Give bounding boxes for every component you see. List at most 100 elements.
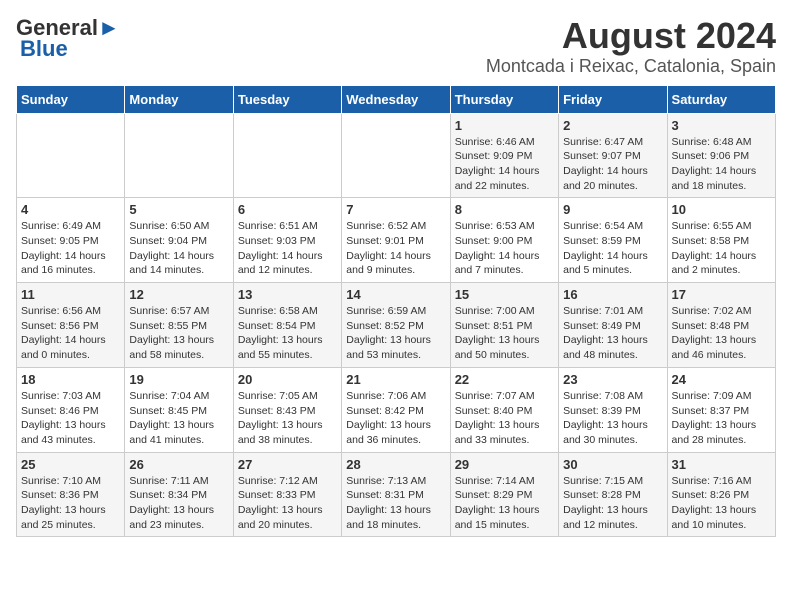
day-number: 13 [238, 287, 337, 302]
day-cell: 23 Sunrise: 7:08 AM Sunset: 8:39 PM Dayli… [559, 367, 667, 452]
day-cell: 11 Sunrise: 6:56 AM Sunset: 8:56 PM Dayli… [17, 283, 125, 368]
day-info: Sunrise: 6:50 AM Sunset: 9:04 PM Dayligh… [129, 219, 228, 278]
page-subtitle: Montcada i Reixac, Catalonia, Spain [486, 56, 776, 77]
day-cell: 26 Sunrise: 7:11 AM Sunset: 8:34 PM Dayli… [125, 452, 233, 537]
day-info: Sunrise: 6:47 AM Sunset: 9:07 PM Dayligh… [563, 135, 662, 194]
day-number: 24 [672, 372, 771, 387]
day-info: Sunrise: 6:49 AM Sunset: 9:05 PM Dayligh… [21, 219, 120, 278]
day-number: 15 [455, 287, 554, 302]
day-number: 30 [563, 457, 662, 472]
day-cell: 15Sunrise: 7:00 AM Sunset: 8:51 PM Dayli… [450, 283, 558, 368]
day-number: 12 [129, 287, 228, 302]
day-number: 8 [455, 202, 554, 217]
week-row-2: 4Sunrise: 6:49 AM Sunset: 9:05 PM Daylig… [17, 198, 776, 283]
week-row-1: 1 Sunrise: 6:46 AM Sunset: 9:09 PM Daylig… [17, 113, 776, 198]
day-cell: 24 Sunrise: 7:09 AM Sunset: 8:37 PM Dayli… [667, 367, 775, 452]
day-info: Sunrise: 6:54 AM Sunset: 8:59 PM Dayligh… [563, 219, 662, 278]
day-info: Sunrise: 7:06 AM Sunset: 8:42 PM Dayligh… [346, 389, 445, 448]
day-info: Sunrise: 7:10 AM Sunset: 8:36 PM Dayligh… [21, 474, 120, 533]
day-info: Sunrise: 6:59 AM Sunset: 8:52 PM Dayligh… [346, 304, 445, 363]
day-number: 23 [563, 372, 662, 387]
day-info: Sunrise: 7:03 AM Sunset: 8:46 PM Dayligh… [21, 389, 120, 448]
logo-blue: Blue [20, 36, 68, 62]
day-number: 27 [238, 457, 337, 472]
day-cell: 21 Sunrise: 7:06 AM Sunset: 8:42 PM Dayli… [342, 367, 450, 452]
week-row-3: 11 Sunrise: 6:56 AM Sunset: 8:56 PM Dayli… [17, 283, 776, 368]
header-monday: Monday [125, 85, 233, 113]
day-number: 20 [238, 372, 337, 387]
day-info: Sunrise: 6:58 AM Sunset: 8:54 PM Dayligh… [238, 304, 337, 363]
day-info: Sunrise: 7:04 AM Sunset: 8:45 PM Dayligh… [129, 389, 228, 448]
day-cell: 14 Sunrise: 6:59 AM Sunset: 8:52 PM Dayli… [342, 283, 450, 368]
title-block: August 2024 Montcada i Reixac, Catalonia… [486, 16, 776, 77]
day-cell: 30 Sunrise: 7:15 AM Sunset: 8:28 PM Dayli… [559, 452, 667, 537]
day-cell: 22 Sunrise: 7:07 AM Sunset: 8:40 PM Dayli… [450, 367, 558, 452]
day-cell: 18 Sunrise: 7:03 AM Sunset: 8:46 PM Dayli… [17, 367, 125, 452]
day-info: Sunrise: 7:08 AM Sunset: 8:39 PM Dayligh… [563, 389, 662, 448]
day-cell: 17 Sunrise: 7:02 AM Sunset: 8:48 PM Dayli… [667, 283, 775, 368]
day-cell: 27 Sunrise: 7:12 AM Sunset: 8:33 PM Dayli… [233, 452, 341, 537]
day-cell: 20 Sunrise: 7:05 AM Sunset: 8:43 PM Dayli… [233, 367, 341, 452]
logo: General► Blue [16, 16, 120, 62]
day-cell: 5 Sunrise: 6:50 AM Sunset: 9:04 PM Daylig… [125, 198, 233, 283]
header-thursday: Thursday [450, 85, 558, 113]
day-cell: 29Sunrise: 7:14 AM Sunset: 8:29 PM Dayli… [450, 452, 558, 537]
day-number: 3 [672, 118, 771, 133]
day-info: Sunrise: 7:13 AM Sunset: 8:31 PM Dayligh… [346, 474, 445, 533]
day-cell: 19 Sunrise: 7:04 AM Sunset: 8:45 PM Dayli… [125, 367, 233, 452]
day-info: Sunrise: 7:05 AM Sunset: 8:43 PM Dayligh… [238, 389, 337, 448]
week-row-4: 18 Sunrise: 7:03 AM Sunset: 8:46 PM Dayli… [17, 367, 776, 452]
day-cell: 10 Sunrise: 6:55 AM Sunset: 8:58 PM Dayli… [667, 198, 775, 283]
header-saturday: Saturday [667, 85, 775, 113]
page-header: General► Blue August 2024 Montcada i Rei… [16, 16, 776, 77]
day-number: 2 [563, 118, 662, 133]
day-info: Sunrise: 7:02 AM Sunset: 8:48 PM Dayligh… [672, 304, 771, 363]
day-info: Sunrise: 7:11 AM Sunset: 8:34 PM Dayligh… [129, 474, 228, 533]
day-number: 19 [129, 372, 228, 387]
header-friday: Friday [559, 85, 667, 113]
day-number: 22 [455, 372, 554, 387]
day-info: Sunrise: 6:53 AM Sunset: 9:00 PM Dayligh… [455, 219, 554, 278]
day-number: 1 [455, 118, 554, 133]
day-info: Sunrise: 6:52 AM Sunset: 9:01 PM Dayligh… [346, 219, 445, 278]
day-info: Sunrise: 7:15 AM Sunset: 8:28 PM Dayligh… [563, 474, 662, 533]
day-info: Sunrise: 7:12 AM Sunset: 8:33 PM Dayligh… [238, 474, 337, 533]
day-cell [17, 113, 125, 198]
day-cell: 8 Sunrise: 6:53 AM Sunset: 9:00 PM Daylig… [450, 198, 558, 283]
day-cell: 25Sunrise: 7:10 AM Sunset: 8:36 PM Dayli… [17, 452, 125, 537]
day-info: Sunrise: 6:51 AM Sunset: 9:03 PM Dayligh… [238, 219, 337, 278]
day-number: 28 [346, 457, 445, 472]
page-title: August 2024 [486, 16, 776, 56]
day-info: Sunrise: 6:46 AM Sunset: 9:09 PM Dayligh… [455, 135, 554, 194]
day-cell: 12 Sunrise: 6:57 AM Sunset: 8:55 PM Dayli… [125, 283, 233, 368]
day-info: Sunrise: 7:09 AM Sunset: 8:37 PM Dayligh… [672, 389, 771, 448]
day-info: Sunrise: 7:16 AM Sunset: 8:26 PM Dayligh… [672, 474, 771, 533]
day-cell: 31Sunrise: 7:16 AM Sunset: 8:26 PM Dayli… [667, 452, 775, 537]
day-number: 6 [238, 202, 337, 217]
day-cell: 3 Sunrise: 6:48 AM Sunset: 9:06 PM Daylig… [667, 113, 775, 198]
day-cell [125, 113, 233, 198]
day-number: 11 [21, 287, 120, 302]
day-number: 17 [672, 287, 771, 302]
day-info: Sunrise: 6:57 AM Sunset: 8:55 PM Dayligh… [129, 304, 228, 363]
day-number: 5 [129, 202, 228, 217]
header-tuesday: Tuesday [233, 85, 341, 113]
day-cell: 1 Sunrise: 6:46 AM Sunset: 9:09 PM Daylig… [450, 113, 558, 198]
day-number: 26 [129, 457, 228, 472]
day-number: 18 [21, 372, 120, 387]
day-number: 7 [346, 202, 445, 217]
day-info: Sunrise: 7:07 AM Sunset: 8:40 PM Dayligh… [455, 389, 554, 448]
day-cell: 4Sunrise: 6:49 AM Sunset: 9:05 PM Daylig… [17, 198, 125, 283]
day-info: Sunrise: 6:56 AM Sunset: 8:56 PM Dayligh… [21, 304, 120, 363]
day-number: 10 [672, 202, 771, 217]
day-info: Sunrise: 6:55 AM Sunset: 8:58 PM Dayligh… [672, 219, 771, 278]
day-cell: 13 Sunrise: 6:58 AM Sunset: 8:54 PM Dayli… [233, 283, 341, 368]
day-cell [233, 113, 341, 198]
day-cell: 28 Sunrise: 7:13 AM Sunset: 8:31 PM Dayli… [342, 452, 450, 537]
day-number: 21 [346, 372, 445, 387]
day-info: Sunrise: 7:01 AM Sunset: 8:49 PM Dayligh… [563, 304, 662, 363]
day-cell: 9Sunrise: 6:54 AM Sunset: 8:59 PM Daylig… [559, 198, 667, 283]
day-cell [342, 113, 450, 198]
day-info: Sunrise: 6:48 AM Sunset: 9:06 PM Dayligh… [672, 135, 771, 194]
day-number: 14 [346, 287, 445, 302]
